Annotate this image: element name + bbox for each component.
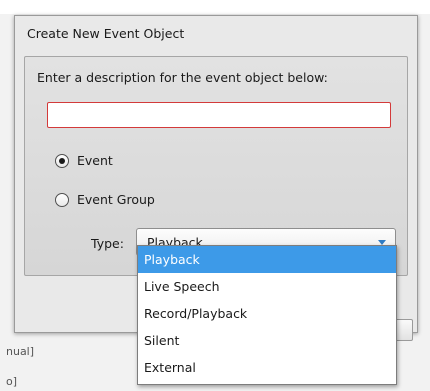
type-option-silent[interactable]: Silent <box>138 327 396 354</box>
background-text: nual] <box>6 345 35 358</box>
description-input[interactable] <box>47 102 391 128</box>
radio-event-group-button[interactable] <box>55 192 69 207</box>
radio-event-group-option[interactable]: Event Group <box>55 192 155 207</box>
radio-event-option[interactable]: Event <box>55 153 113 168</box>
radio-event-group-label: Event Group <box>77 192 155 207</box>
type-option-live-speech[interactable]: Live Speech <box>138 273 396 300</box>
background-text: o] <box>6 375 18 388</box>
type-option-playback[interactable]: Playback <box>138 246 396 273</box>
dialog-title: Create New Event Object <box>27 26 185 41</box>
radio-event-button[interactable] <box>55 153 69 168</box>
event-form-group: Enter a description for the event object… <box>24 56 408 276</box>
description-prompt: Enter a description for the event object… <box>37 70 328 85</box>
type-dropdown-list: Playback Live Speech Record/Playback Sil… <box>137 245 397 385</box>
background-strip <box>0 0 430 14</box>
radio-event-label: Event <box>77 153 113 168</box>
type-option-external[interactable]: External <box>138 354 396 381</box>
type-label: Type: <box>91 236 124 251</box>
type-option-record-playback[interactable]: Record/Playback <box>138 300 396 327</box>
